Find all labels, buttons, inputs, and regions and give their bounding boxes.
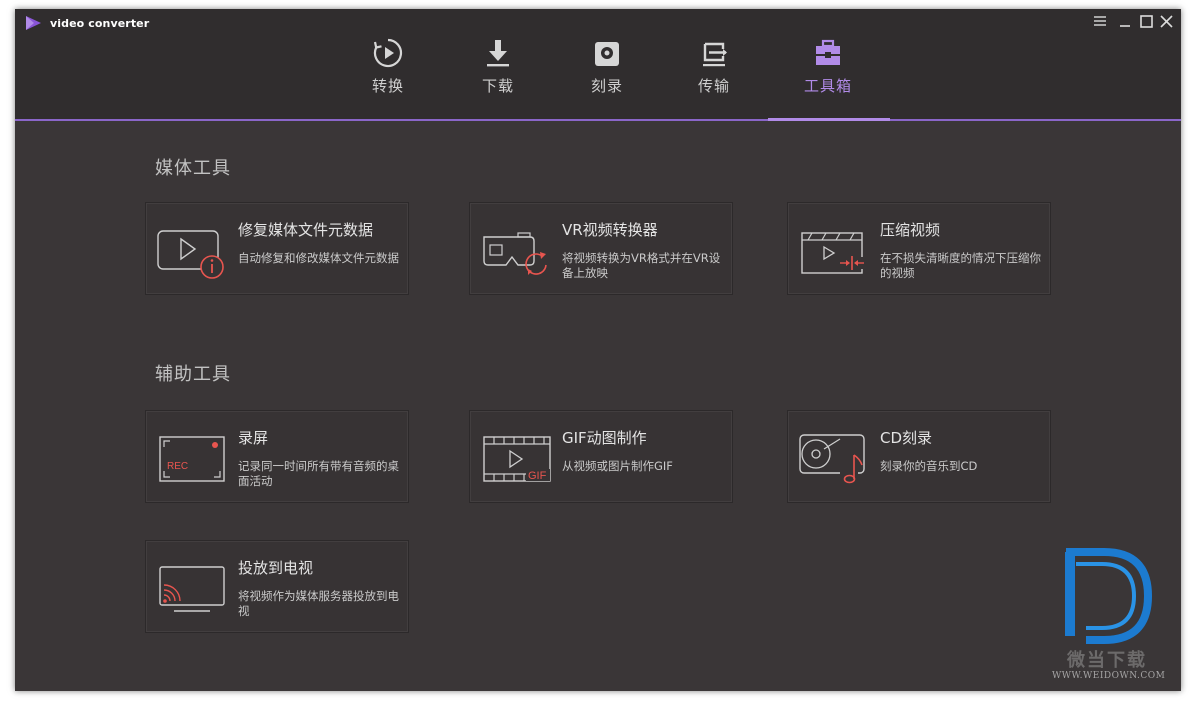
screen-record-icon: REC bbox=[159, 436, 225, 482]
card-screen-record[interactable]: REC 录屏 记录同一时间所有带有音频的桌面活动 bbox=[145, 410, 409, 503]
nav-divider bbox=[15, 119, 1181, 121]
compress-icon bbox=[801, 232, 866, 274]
card-description: 刻录你的音乐到CD bbox=[880, 459, 978, 473]
gif-icon: GIF bbox=[483, 436, 551, 482]
card-title: 压缩视频 bbox=[880, 221, 941, 239]
card-compress-video[interactable]: 压缩视频 在不损失清晰度的情况下压缩你的视频 bbox=[787, 202, 1051, 295]
card-description: 将视频作为媒体服务器投放到电视 bbox=[238, 589, 399, 618]
metadata-icon bbox=[157, 230, 224, 279]
tab-label: 刻录 bbox=[590, 77, 623, 95]
active-tab-indicator bbox=[768, 118, 890, 121]
toolbox-icon bbox=[816, 39, 840, 65]
tab-label: 传输 bbox=[697, 77, 730, 95]
tab-transfer[interactable]: 传输 bbox=[674, 37, 754, 96]
menu-button[interactable] bbox=[1090, 11, 1110, 31]
app-window: video converter 转换 下载 刻录 传输 工具箱 媒体工具 修复媒… bbox=[15, 9, 1181, 691]
gif-badge: GIF bbox=[528, 470, 547, 482]
maximize-icon bbox=[1139, 14, 1153, 28]
card-cd-burn[interactable]: CD刻录 刻录你的音乐到CD bbox=[787, 410, 1051, 503]
card-description: 从视频或图片制作GIF bbox=[562, 459, 673, 473]
tab-toolbox[interactable]: 工具箱 bbox=[788, 37, 868, 96]
card-title: GIF动图制作 bbox=[562, 429, 647, 447]
card-title: 投放到电视 bbox=[238, 559, 314, 577]
close-button[interactable] bbox=[1156, 11, 1176, 31]
transfer-icon bbox=[703, 42, 727, 67]
app-title: video converter bbox=[50, 16, 150, 30]
tab-label: 下载 bbox=[481, 77, 514, 95]
section-title-aux: 辅助工具 bbox=[155, 364, 231, 385]
app-logo: video converter bbox=[25, 15, 149, 31]
burn-icon bbox=[595, 42, 619, 66]
menu-icon bbox=[1094, 16, 1106, 26]
tab-download[interactable]: 下载 bbox=[458, 37, 538, 96]
close-icon bbox=[1159, 14, 1173, 28]
card-title: CD刻录 bbox=[880, 429, 933, 447]
section-title-media: 媒体工具 bbox=[155, 158, 231, 179]
card-title: 录屏 bbox=[238, 429, 269, 447]
card-title: VR视频转换器 bbox=[562, 221, 658, 239]
tab-burn[interactable]: 刻录 bbox=[567, 37, 647, 96]
play-logo-icon bbox=[26, 16, 41, 30]
tab-label: 转换 bbox=[371, 77, 404, 95]
card-description: 将视频转换为VR格式并在VR设备上放映 bbox=[562, 251, 721, 280]
card-description: 记录同一时间所有带有音频的桌面活动 bbox=[238, 459, 399, 488]
watermark-url: WWW.WEIDOWN.COM bbox=[1052, 671, 1166, 681]
download-icon bbox=[487, 40, 509, 67]
cast-tv-icon bbox=[159, 566, 225, 612]
rec-badge: REC bbox=[167, 461, 188, 472]
card-vr-converter[interactable]: VR视频转换器 将视频转换为VR格式并在VR设备上放映 bbox=[469, 202, 733, 295]
watermark-text: 微当下载 bbox=[1067, 650, 1147, 671]
card-cast-to-tv[interactable]: 投放到电视 将视频作为媒体服务器投放到电视 bbox=[145, 540, 409, 633]
card-title: 修复媒体文件元数据 bbox=[238, 221, 374, 239]
cd-burn-icon bbox=[799, 434, 865, 484]
card-gif-maker[interactable]: GIF GIF动图制作 从视频或图片制作GIF bbox=[469, 410, 733, 503]
card-description: 自动修复和修改媒体文件元数据 bbox=[238, 251, 399, 265]
maximize-button[interactable] bbox=[1136, 11, 1156, 31]
tab-convert[interactable]: 转换 bbox=[348, 37, 428, 96]
minimize-button[interactable] bbox=[1115, 11, 1135, 31]
convert-icon bbox=[373, 38, 403, 68]
tab-label: 工具箱 bbox=[803, 77, 852, 95]
card-fix-metadata[interactable]: 修复媒体文件元数据 自动修复和修改媒体文件元数据 bbox=[145, 202, 409, 295]
card-description: 在不损失清晰度的情况下压缩你的视频 bbox=[880, 251, 1041, 280]
vr-icon bbox=[483, 232, 547, 275]
minimize-icon bbox=[1120, 25, 1130, 27]
